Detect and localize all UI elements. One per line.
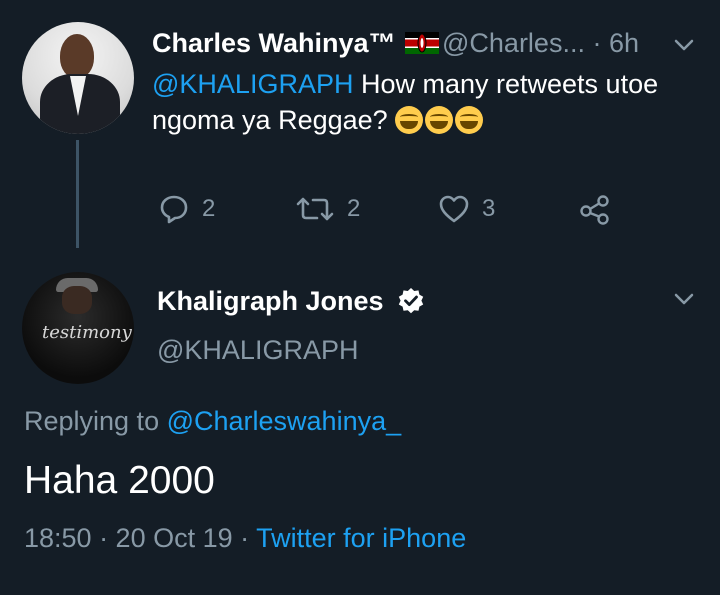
tweet2-source-link[interactable]: Twitter for iPhone	[256, 523, 466, 553]
retweet-count: 2	[347, 195, 361, 222]
tweet1-handle-time[interactable]: @Charles... · 6h	[442, 28, 639, 59]
tweet2-meta: 18:50 · 20 Oct 19 · Twitter for iPhone	[24, 523, 466, 554]
reply-count: 2	[202, 195, 216, 222]
replying-prefix: Replying to	[24, 406, 167, 436]
share-button[interactable]	[578, 193, 624, 225]
tweet2-timestamp: 18:50 · 20 Oct 19 ·	[24, 523, 257, 553]
tweet2-text: Haha 2000	[24, 459, 215, 502]
tears-of-joy-emoji-icon	[395, 106, 424, 134]
avatar-head	[60, 34, 94, 78]
reply-button[interactable]: 2	[158, 193, 215, 225]
reply-icon	[160, 195, 188, 224]
chevron-down-icon[interactable]	[674, 292, 694, 306]
tears-of-joy-emoji-icon	[425, 106, 454, 134]
avatar-face	[62, 286, 92, 314]
replying-to: Replying to @Charleswahinya_	[24, 406, 401, 437]
tweet1-mention-link[interactable]: @KHALIGRAPH	[152, 69, 353, 99]
tweet2-name-text: Khaligraph Jones	[157, 286, 384, 316]
retweet-button[interactable]: 2	[295, 193, 360, 225]
tweet2-handle[interactable]: @KHALIGRAPH	[157, 335, 358, 366]
chevron-down-icon[interactable]	[674, 38, 694, 52]
tweet2-author-name[interactable]: Khaligraph Jones	[157, 286, 425, 317]
avatar-logo-text: testimony	[42, 322, 132, 343]
replying-to-link[interactable]: @Charleswahinya_	[167, 406, 402, 436]
tweet1-name-text: Charles Wahinya™	[152, 28, 396, 58]
like-button[interactable]: 3	[438, 193, 495, 225]
thread-line	[76, 140, 79, 248]
avatar-charles[interactable]	[22, 22, 134, 134]
tweet1-author-name[interactable]: Charles Wahinya™	[152, 28, 440, 59]
avatar-khaligraph[interactable]: testimony	[22, 272, 134, 384]
verified-badge-icon	[397, 287, 425, 315]
share-icon	[580, 195, 609, 225]
kenya-flag-icon	[405, 30, 440, 54]
like-count: 3	[482, 195, 496, 222]
heart-icon	[439, 195, 469, 223]
retweet-icon	[296, 197, 334, 221]
tears-of-joy-emoji-icon	[455, 106, 484, 134]
tweet1-text: @KHALIGRAPH How many retweets utoe ngoma…	[152, 66, 682, 138]
